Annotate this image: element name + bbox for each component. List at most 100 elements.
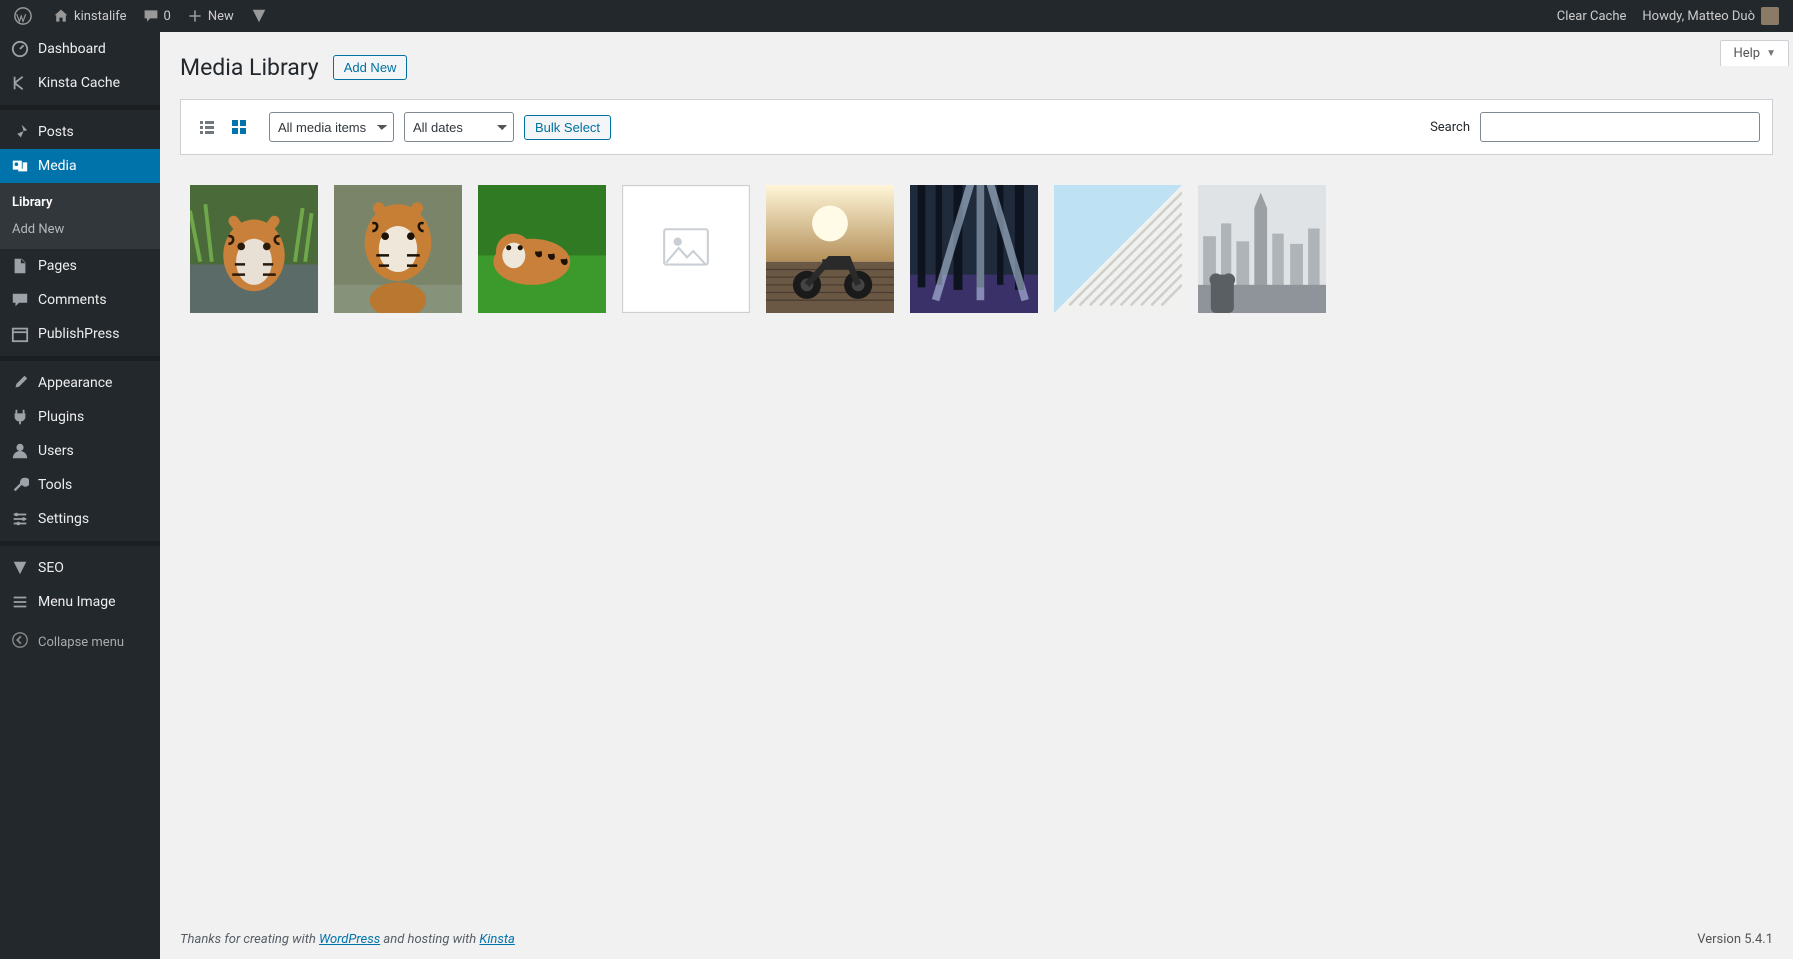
bulk-select-button[interactable]: Bulk Select	[524, 115, 611, 140]
user-icon	[10, 442, 30, 460]
howdy-link[interactable]: Howdy, Matteo Duò	[1634, 0, 1787, 32]
help-label: Help	[1733, 46, 1760, 61]
media-item[interactable]	[1054, 185, 1182, 313]
yoast-icon	[250, 7, 268, 25]
menu-media-submenu: Library Add New	[0, 183, 160, 249]
submenu-library[interactable]: Library	[0, 189, 160, 216]
thumbnail-image	[478, 185, 606, 313]
date-filter[interactable]: All dates	[404, 112, 514, 142]
media-item[interactable]	[910, 185, 1038, 313]
clear-cache-link[interactable]: Clear Cache	[1549, 0, 1635, 32]
media-item-placeholder[interactable]	[622, 185, 750, 313]
menu-tools[interactable]: Tools	[0, 468, 160, 502]
kinsta-link[interactable]: Kinsta	[479, 932, 514, 947]
thumbnail-image	[1054, 185, 1182, 313]
site-name-link[interactable]: kinstalife	[45, 0, 135, 32]
comments-link[interactable]: 0	[135, 0, 179, 32]
menu-menu-image[interactable]: Menu Image	[0, 585, 160, 619]
chevron-down-icon: ▼	[1766, 48, 1776, 59]
wp-logo[interactable]	[6, 0, 45, 32]
dashboard-icon	[10, 40, 30, 58]
media-grid	[180, 155, 1773, 313]
media-toolbar: All media items All dates Bulk Select Se…	[180, 99, 1773, 155]
media-item[interactable]	[478, 185, 606, 313]
kinsta-icon	[10, 74, 30, 92]
view-grid-button[interactable]	[225, 113, 253, 141]
comments-count: 0	[164, 9, 171, 24]
menu-label: Menu Image	[38, 594, 116, 610]
wordpress-icon	[14, 7, 32, 25]
home-icon	[53, 8, 69, 24]
search-label: Search	[1430, 120, 1470, 135]
media-item[interactable]	[1198, 185, 1326, 313]
yoast-menu-icon	[10, 559, 30, 577]
media-item[interactable]	[766, 185, 894, 313]
version-text: Version 5.4.1	[1697, 932, 1773, 947]
wordpress-link[interactable]: WordPress	[319, 932, 380, 947]
menu-dashboard[interactable]: Dashboard	[0, 32, 160, 66]
menu-label: Pages	[38, 258, 77, 274]
view-list-button[interactable]	[193, 113, 221, 141]
menu-users[interactable]: Users	[0, 434, 160, 468]
collapse-menu[interactable]: Collapse menu	[0, 623, 160, 661]
menu-label: Settings	[38, 511, 89, 527]
calendar-icon	[10, 325, 30, 343]
thumbnail-image	[334, 185, 462, 313]
menu-posts[interactable]: Posts	[0, 115, 160, 149]
menu-seo[interactable]: SEO	[0, 551, 160, 585]
media-type-filter[interactable]: All media items	[269, 112, 394, 142]
pin-icon	[10, 123, 30, 141]
thumbnail-image	[190, 185, 318, 313]
brush-icon	[10, 374, 30, 392]
menu-label: PublishPress	[38, 326, 119, 342]
menu-plugins[interactable]: Plugins	[0, 400, 160, 434]
avatar	[1761, 7, 1779, 25]
menu-label: Appearance	[38, 375, 112, 391]
menu-separator	[0, 541, 160, 546]
content-wrap: Help ▼ Media Library Add New All media i…	[160, 32, 1793, 959]
comment-icon	[10, 291, 30, 309]
thumbnail-image	[910, 185, 1038, 313]
new-label: New	[208, 9, 234, 24]
collapse-label: Collapse menu	[38, 635, 124, 650]
menu-label: Tools	[38, 477, 72, 493]
media-icon	[10, 157, 30, 175]
menu-label: Dashboard	[38, 41, 106, 57]
media-item[interactable]	[190, 185, 318, 313]
admin-footer: Thanks for creating with WordPress and h…	[160, 920, 1793, 959]
menu-separator	[0, 356, 160, 361]
thumbnail-image	[766, 185, 894, 313]
add-new-button[interactable]: Add New	[333, 55, 408, 80]
list-view-icon	[197, 117, 217, 137]
menu-pages[interactable]: Pages	[0, 249, 160, 283]
submenu-add-new[interactable]: Add New	[0, 216, 160, 243]
menu-media[interactable]: Media	[0, 149, 160, 183]
plug-icon	[10, 408, 30, 426]
wrench-icon	[10, 476, 30, 494]
menu-separator	[0, 105, 160, 110]
search-input[interactable]	[1480, 112, 1760, 142]
page-title: Media Library	[180, 54, 319, 81]
media-item[interactable]	[334, 185, 462, 313]
menu-label: Plugins	[38, 409, 84, 425]
menu-label: Kinsta Cache	[38, 75, 120, 91]
menu-label: Posts	[38, 124, 74, 140]
yoast-adminbar[interactable]	[242, 0, 281, 32]
site-name: kinstalife	[74, 9, 127, 24]
menu-label: Users	[38, 443, 74, 459]
menu-publishpress[interactable]: PublishPress	[0, 317, 160, 351]
admin-bar: kinstalife 0 New Clear Cache Howdy, Matt…	[0, 0, 1793, 32]
menu-comments[interactable]: Comments	[0, 283, 160, 317]
menu-label: Media	[38, 158, 77, 174]
help-tab[interactable]: Help ▼	[1720, 40, 1789, 66]
footer-thanks: Thanks for creating with WordPress and h…	[180, 932, 515, 947]
menu-label: SEO	[38, 560, 64, 576]
grid-view-icon	[229, 117, 249, 137]
new-content-link[interactable]: New	[179, 0, 242, 32]
menu-appearance[interactable]: Appearance	[0, 366, 160, 400]
placeholder-image-icon	[660, 223, 712, 275]
menu-settings[interactable]: Settings	[0, 502, 160, 536]
menu-label: Comments	[38, 292, 107, 308]
menu-kinsta-cache[interactable]: Kinsta Cache	[0, 66, 160, 100]
collapse-icon	[10, 631, 30, 653]
